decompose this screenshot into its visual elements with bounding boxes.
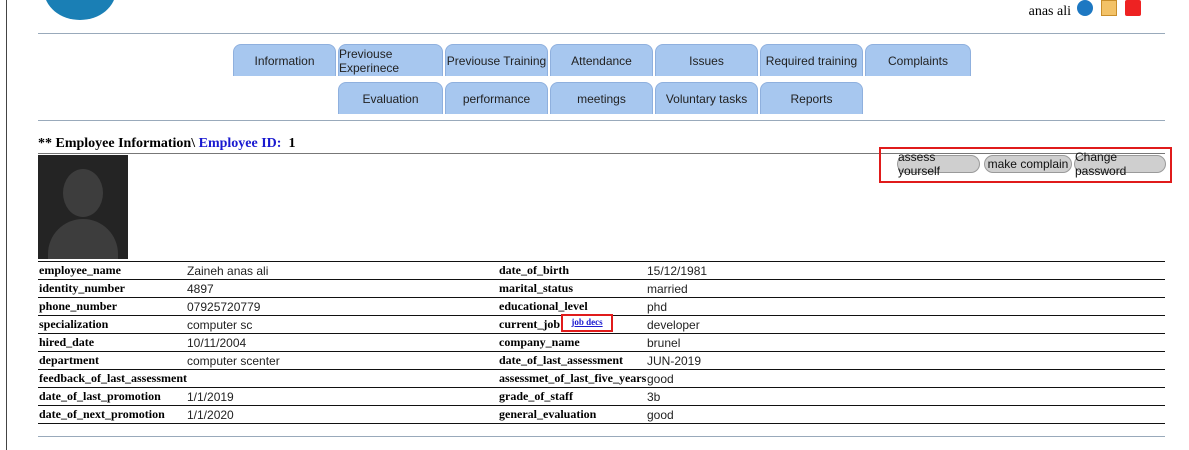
tab-performance[interactable]: performance [445, 82, 548, 114]
employee-id-value: 1 [288, 136, 296, 151]
table-row: identity_number 4897 marital_status married [38, 279, 1165, 298]
field-label: grade_of_staff [498, 387, 647, 406]
tab-issues[interactable]: Issues [655, 44, 758, 76]
table-row: employee_name Zaineh anas ali date_of_birt… [38, 261, 1165, 280]
avatar-head-shape [63, 169, 103, 217]
field-label: identity_number [38, 279, 187, 298]
field-value: 07925720779 [187, 297, 498, 316]
table-row: date_of_next_promotion 1/1/2020 general_ev… [38, 405, 1165, 424]
field-value: phd [647, 297, 1165, 316]
field-label: current_job [499, 317, 561, 331]
field-value: computer scenter [187, 351, 498, 370]
field-label: employee_name [38, 261, 187, 280]
employee-id-label: Employee ID: [195, 136, 282, 151]
field-value: 4897 [187, 279, 498, 298]
tab-voluntary-tasks[interactable]: Voluntary tasks [655, 82, 758, 114]
field-label: company_name [498, 333, 647, 352]
field-value: married [647, 279, 1165, 298]
field-label: date_of_last_assessment [498, 351, 647, 370]
tab-complaints[interactable]: Complaints [865, 44, 971, 76]
tab-information[interactable]: Information [233, 44, 336, 76]
field-value: Zaineh anas ali [187, 261, 498, 280]
field-value: 15/12/1981 [647, 261, 1165, 280]
field-label: assessmet_of_last_five_years [498, 369, 647, 388]
field-value: computer sc [187, 315, 498, 334]
field-value: 1/1/2019 [187, 387, 498, 406]
logout-icon[interactable] [1125, 0, 1141, 16]
field-label: date_of_next_promotion [38, 405, 187, 424]
tab-previous-experience[interactable]: Previouse Experinece [338, 44, 443, 76]
change-password-button[interactable]: Change password [1074, 150, 1166, 178]
assess-yourself-button[interactable]: assess yourself [897, 150, 980, 178]
table-row: department computer scenter date_of_last_a… [38, 351, 1165, 370]
table-row: date_of_last_promotion 1/1/2019 grade_of_s… [38, 387, 1165, 406]
tabs-divider [38, 120, 1165, 121]
current-job-cell: current_job job decs [499, 314, 647, 332]
field-value [187, 369, 498, 388]
field-label: phone_number [38, 297, 187, 316]
tab-meetings[interactable]: meetings [550, 82, 653, 114]
field-value: good [647, 369, 1165, 388]
table-row: phone_number 07925720779 educational_level… [38, 297, 1165, 316]
company-logo [44, 0, 116, 20]
current-user-name: anas ali [1028, 4, 1071, 19]
employee-photo [38, 155, 128, 259]
avatar-body-shape [48, 219, 118, 259]
field-label: educational_level [498, 297, 647, 316]
tab-reports[interactable]: Reports [760, 82, 863, 114]
notebook-icon[interactable] [1101, 0, 1117, 16]
tab-attendance[interactable]: Attendance [550, 44, 653, 76]
field-value: 1/1/2020 [187, 405, 498, 424]
footer-divider [38, 436, 1165, 437]
tab-previous-training[interactable]: Previouse Training [445, 44, 548, 76]
field-label: department [38, 351, 187, 370]
header-divider [38, 33, 1165, 34]
field-label: feedback_of_last_assessment [38, 369, 187, 388]
heading-prefix: ** Employee Information\ [38, 136, 196, 151]
field-label: date_of_last_promotion [38, 387, 187, 406]
table-row: hired_date 10/11/2004 company_name brunel [38, 333, 1165, 352]
field-label: specialization [38, 315, 187, 334]
job-description-link[interactable]: job decs [561, 314, 613, 332]
field-value: 3b [647, 387, 1165, 406]
table-row: specialization computer sc current_job job … [38, 314, 1165, 334]
table-row: feedback_of_last_assessment assessmet_of_… [38, 369, 1165, 388]
field-label: marital_status [498, 279, 647, 298]
employee-info-heading: ** Employee Information\ Employee ID: 1 [38, 136, 295, 152]
field-value: developer [647, 315, 1165, 334]
field-label: hired_date [38, 333, 187, 352]
field-label: current_job job decs [498, 314, 647, 334]
home-icon[interactable] [1077, 0, 1093, 16]
field-value: 10/11/2004 [187, 333, 498, 352]
header-icons [1077, 0, 1141, 16]
field-value: JUN-2019 [647, 351, 1165, 370]
tab-evaluation[interactable]: Evaluation [338, 82, 443, 114]
make-complain-button[interactable]: make complain [984, 155, 1072, 173]
field-label: date_of_birth [498, 261, 647, 280]
field-value: good [647, 405, 1165, 424]
field-label: general_evaluation [498, 405, 647, 424]
field-value: brunel [647, 333, 1165, 352]
page-left-border [6, 0, 7, 450]
tab-required-training[interactable]: Required training [760, 44, 863, 76]
employee-info-table: employee_name Zaineh anas ali date_of_birt… [38, 261, 1165, 424]
